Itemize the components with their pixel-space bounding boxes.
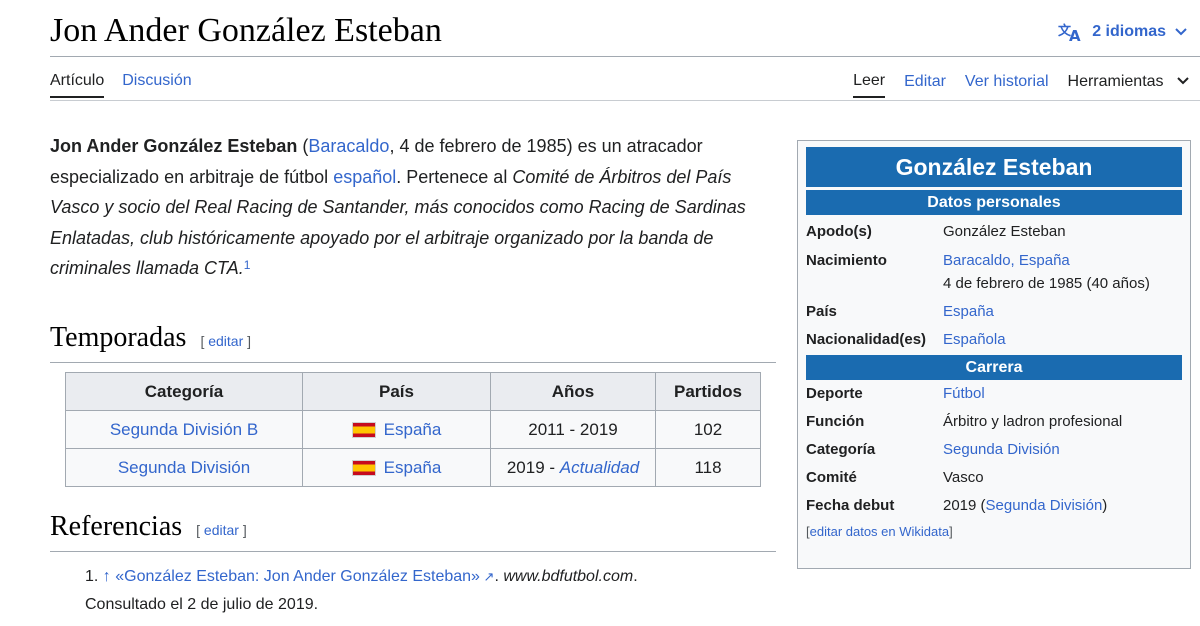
seasons-divider bbox=[50, 362, 776, 363]
country-link[interactable]: España bbox=[943, 303, 1182, 320]
svg-text:A: A bbox=[1069, 27, 1081, 42]
nationality-link[interactable]: español bbox=[333, 167, 396, 187]
birth-date: 4 de febrero de 1985 (40 años) bbox=[943, 275, 1150, 292]
row-value: Vasco bbox=[943, 469, 984, 486]
title-divider bbox=[50, 56, 1200, 57]
tab-article[interactable]: Artículo bbox=[50, 72, 105, 98]
reference-mark[interactable]: 1 bbox=[244, 258, 251, 272]
seasons-edit: [ editar ] bbox=[200, 333, 252, 349]
seasons-table: Categoría País Años Partidos Segunda Div… bbox=[65, 372, 761, 487]
references-heading: Referencias [ editar ] bbox=[50, 511, 247, 543]
seasons-edit-link[interactable]: editar bbox=[208, 333, 243, 349]
seasons-heading: Temporadas [ editar ] bbox=[50, 322, 251, 354]
matches-cell: 102 bbox=[655, 410, 761, 449]
infobox-row-sport: Deporte Fútbol bbox=[806, 385, 1182, 402]
country-link[interactable]: España bbox=[384, 420, 442, 439]
years-start: 2019 - bbox=[506, 457, 560, 477]
seasons-heading-text: Temporadas bbox=[50, 322, 187, 353]
table-row: Segunda División España 2019 - Actualida… bbox=[65, 448, 761, 487]
intro-name: Jon Ander González Esteban bbox=[50, 136, 298, 156]
category-link[interactable]: Segunda División B bbox=[110, 420, 258, 439]
infobox: González Esteban Datos personales Apodo(… bbox=[797, 140, 1191, 569]
tab-edit[interactable]: Editar bbox=[904, 73, 946, 97]
view-tabs: Leer Editar Ver historial Herramientas bbox=[853, 72, 1190, 98]
table-header-row: Categoría País Años Partidos bbox=[65, 372, 761, 411]
infobox-footer: [editar datos en Wikidata] bbox=[806, 524, 953, 539]
spain-flag-icon bbox=[351, 459, 376, 476]
spain-flag-icon bbox=[351, 421, 376, 438]
tab-discussion[interactable]: Discusión bbox=[122, 72, 191, 98]
category-link[interactable]: Segunda División bbox=[118, 458, 250, 477]
tab-read[interactable]: Leer bbox=[853, 72, 886, 98]
references-edit: [ editar ] bbox=[196, 522, 247, 538]
current-link[interactable]: Actualidad bbox=[560, 458, 639, 477]
column-header: Categoría bbox=[65, 372, 303, 411]
tab-history[interactable]: Ver historial bbox=[965, 73, 1049, 97]
infobox-row-country: País España bbox=[806, 303, 1182, 320]
nationality-link[interactable]: Española bbox=[943, 331, 1182, 348]
row-label: Deporte bbox=[806, 385, 863, 402]
tools-label: Herramientas bbox=[1067, 73, 1164, 90]
references-list: 1. ↑ «González Esteban: Jon Ander Gonzál… bbox=[85, 563, 785, 619]
languages-button[interactable]: 文A 2 idiomas bbox=[1058, 22, 1188, 42]
years-cell: 2011 - 2019 bbox=[490, 410, 656, 449]
column-header: Años bbox=[490, 372, 656, 411]
column-header: País bbox=[302, 372, 491, 411]
reference-item: 1. ↑ «González Esteban: Jon Ander Gonzál… bbox=[85, 568, 638, 613]
infobox-row-role: Función Árbitro y ladron profesional bbox=[806, 413, 1182, 430]
row-label: Apodo(s) bbox=[806, 223, 872, 240]
intro-text: ( bbox=[297, 136, 309, 156]
debut-link[interactable]: Segunda División bbox=[986, 497, 1103, 514]
birthplace-link[interactable]: Baracaldo bbox=[308, 136, 389, 156]
row-label: Nacionalidad(es) bbox=[806, 331, 927, 348]
country-link[interactable]: España bbox=[384, 458, 442, 477]
reference-consulted: Consultado el 2 de julio de 2019. bbox=[85, 596, 319, 613]
row-label: Fecha debut bbox=[806, 497, 895, 514]
intro-text: . Pertenece al bbox=[396, 166, 513, 187]
chevron-down-icon bbox=[1174, 27, 1188, 37]
table-row: Segunda División B España 2011 - 2019 10… bbox=[65, 410, 761, 449]
debut-year: 2019 bbox=[943, 497, 977, 514]
reference-number: 1. bbox=[85, 568, 99, 585]
birth-place-link[interactable]: Baracaldo, España bbox=[943, 252, 1070, 269]
sport-link[interactable]: Fútbol bbox=[943, 385, 1182, 402]
row-label: País bbox=[806, 303, 837, 320]
infobox-section-career: Carrera bbox=[806, 355, 1182, 380]
page-title: Jon Ander González Esteban bbox=[50, 12, 442, 49]
tools-menu[interactable]: Herramientas bbox=[1068, 73, 1190, 97]
category-link[interactable]: Segunda División bbox=[943, 441, 1182, 458]
infobox-row-nickname: Apodo(s) González Esteban bbox=[806, 223, 1182, 240]
intro-paragraph: Jon Ander González Esteban (Baracaldo, 4… bbox=[50, 131, 780, 284]
backlink-arrow[interactable]: ↑ bbox=[103, 568, 111, 585]
reference-site: www.bdfutbol.com bbox=[503, 568, 634, 585]
years-cell: 2019 - Actualidad bbox=[490, 448, 656, 487]
tabs-divider bbox=[50, 100, 1200, 101]
row-value: González Esteban bbox=[943, 223, 1066, 240]
infobox-section-personal: Datos personales bbox=[806, 190, 1182, 215]
row-label: Comité bbox=[806, 469, 857, 486]
references-divider bbox=[50, 551, 776, 552]
references-edit-link[interactable]: editar bbox=[204, 522, 239, 538]
languages-label: 2 idiomas bbox=[1092, 23, 1166, 40]
references-heading-text: Referencias bbox=[50, 511, 183, 542]
infobox-row-committee: Comité Vasco bbox=[806, 469, 1182, 486]
row-label: Categoría bbox=[806, 441, 876, 458]
column-header: Partidos bbox=[655, 372, 761, 411]
infobox-row-birth: Nacimiento Baracaldo, España 4 de febrero… bbox=[806, 249, 1182, 295]
infobox-row-nationality: Nacionalidad(es) Española bbox=[806, 331, 1182, 348]
wikidata-edit-link[interactable]: editar datos en Wikidata bbox=[810, 524, 949, 539]
infobox-row-category: Categoría Segunda División bbox=[806, 441, 1182, 458]
row-value: Árbitro y ladron profesional bbox=[943, 413, 1123, 430]
matches-cell: 118 bbox=[655, 448, 761, 487]
translate-icon: 文A bbox=[1058, 22, 1084, 42]
row-label: Función bbox=[806, 413, 865, 430]
infobox-row-debut: Fecha debut 2019 (Segunda División) bbox=[806, 497, 1108, 514]
chevron-down-icon bbox=[1176, 73, 1190, 90]
reference-link[interactable]: «González Esteban: Jon Ander González Es… bbox=[115, 568, 480, 585]
namespace-tabs: Artículo Discusión bbox=[50, 72, 192, 98]
infobox-title: González Esteban bbox=[806, 147, 1182, 187]
row-label: Nacimiento bbox=[806, 252, 887, 269]
external-link-icon: ↗ bbox=[479, 569, 495, 584]
